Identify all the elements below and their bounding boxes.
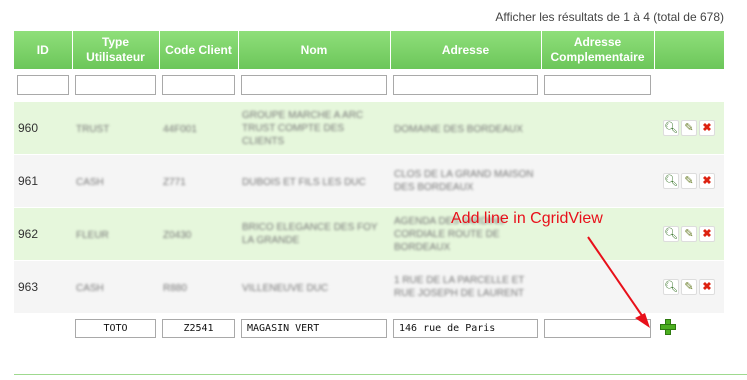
footer-divider (14, 374, 747, 375)
annotation-arrow (587, 236, 650, 328)
